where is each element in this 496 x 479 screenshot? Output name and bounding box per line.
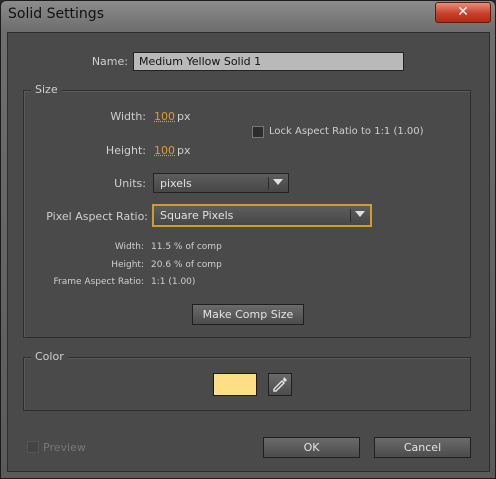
lock-aspect-checkbox[interactable]: [252, 126, 264, 138]
width-value[interactable]: 100: [154, 110, 175, 123]
size-group-title: Size: [31, 83, 62, 96]
info-height-value: 20.6 % of comp: [151, 260, 222, 270]
preview-checkbox[interactable]: [27, 441, 39, 453]
ok-button[interactable]: OK: [263, 437, 360, 458]
eyedropper-icon: [273, 377, 287, 392]
color-swatch[interactable]: [213, 373, 257, 396]
window-title: Solid Settings: [8, 6, 104, 22]
lock-aspect-label[interactable]: Lock Aspect Ratio to 1:1 (1.00): [269, 126, 424, 137]
solid-settings-dialog: Solid Settings ✕ Name: Medium Yellow Sol…: [0, 0, 496, 479]
make-comp-size-button[interactable]: Make Comp Size: [192, 304, 304, 325]
info-width-label: Width:: [114, 242, 144, 252]
name-label: Name:: [91, 55, 128, 68]
color-group-title: Color: [31, 350, 68, 363]
dialog-body: Name: Medium Yellow Solid 1 Size Width: …: [7, 32, 490, 472]
info-frame-aspect-value: 1:1 (1.00): [151, 277, 196, 287]
info-frame-aspect-label: Frame Aspect Ratio:: [53, 277, 144, 287]
width-unit: px: [177, 110, 191, 123]
chevron-down-icon: [273, 179, 283, 185]
name-field[interactable]: Medium Yellow Solid 1: [133, 52, 404, 71]
pixel-aspect-dropdown[interactable]: Square Pixels: [153, 205, 371, 226]
close-button[interactable]: ✕: [435, 2, 491, 23]
title-bar[interactable]: Solid Settings ✕: [1, 1, 495, 31]
height-label: Height:: [105, 144, 146, 157]
height-value[interactable]: 100: [154, 144, 175, 157]
info-height-label: Height:: [111, 260, 144, 270]
chevron-down-icon: [355, 211, 365, 217]
units-label: Units:: [114, 177, 146, 190]
pixel-aspect-label: Pixel Aspect Ratio:: [46, 210, 148, 223]
cancel-button[interactable]: Cancel: [374, 437, 471, 458]
pixel-aspect-dropdown-value: Square Pixels: [160, 209, 234, 222]
height-unit: px: [177, 144, 191, 157]
width-label: Width:: [110, 110, 146, 123]
info-width-value: 11.5 % of comp: [151, 242, 222, 252]
eyedropper-button[interactable]: [268, 373, 292, 396]
units-dropdown[interactable]: pixels: [153, 173, 289, 193]
units-dropdown-value: pixels: [160, 177, 192, 190]
preview-label: Preview: [43, 441, 86, 454]
